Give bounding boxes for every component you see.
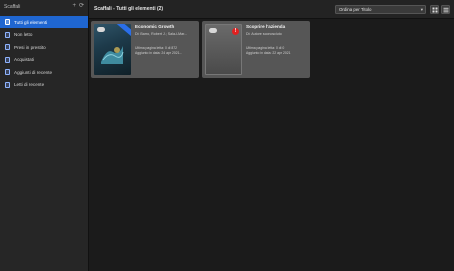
sidebar-item-unread[interactable]: Non letto [0, 29, 88, 41]
sidebar-nav: Tutti gli elementi Non letto Presi in pr… [0, 16, 88, 91]
book-icon [5, 56, 10, 63]
list-view-icon [443, 7, 448, 12]
sidebar-item-label: Aggiunti di recente [14, 69, 53, 75]
sidebar-header: Scaffali + ⟳ [0, 0, 88, 16]
cloud-icon [209, 28, 217, 33]
sidebar-item-all[interactable]: Tutti gli elementi [0, 16, 88, 28]
book-icon [5, 44, 10, 50]
book-cover: ! [205, 24, 242, 75]
app-window: Scaffali + ⟳ Tutti gli elementi Non lett… [0, 0, 454, 271]
book-info: Economic Growth Di: Barro, Robert J.; Sa… [135, 24, 197, 55]
sync-icon[interactable]: ⟳ [79, 3, 84, 10]
book-icon [5, 81, 10, 88]
book-author: Di: Barro, Robert J.; Sala-i-Mar... [135, 32, 188, 36]
book-added-date: Aggiunto in data: 22 apr 2021 [246, 51, 291, 55]
book-icon [5, 69, 10, 75]
list-view-button[interactable] [441, 5, 450, 14]
page-title: Scaffali - Tutti gli elementi (2) [94, 6, 164, 12]
chevron-down-icon: ▾ [420, 7, 423, 12]
book-icon [5, 19, 10, 25]
book-author: Di: Autore sconosciuto [246, 32, 282, 36]
book-icon [5, 31, 10, 38]
sidebar-item-label: Letti di recente [14, 82, 45, 87]
sidebar-item-recently-read[interactable]: Letti di recente [0, 79, 88, 91]
toolbar: Scaffali - Tutti gli elementi (2) Ordina… [89, 0, 454, 19]
main-content: Scaffali - Tutti gli elementi (2) Ordina… [89, 0, 454, 271]
sidebar-item-recently-added[interactable]: Aggiunti di recente [0, 66, 88, 78]
book-added-date: Aggiunto in data: 24 apr 2021... [135, 51, 183, 55]
status-ribbon [115, 24, 131, 38]
alert-icon: ! [232, 28, 239, 35]
book-card[interactable]: Economic Growth Di: Barro, Robert J.; Sa… [91, 21, 199, 78]
sort-select-value: Ordina per Titolo [339, 7, 372, 12]
sidebar-item-borrowed[interactable]: Presi in prestito [0, 41, 88, 53]
sidebar-item-purchased[interactable]: Acquistati [0, 54, 88, 66]
cover-illustration [101, 46, 124, 64]
sort-select[interactable]: Ordina per Titolo ▾ [335, 5, 426, 14]
sidebar-item-label: Tutti gli elementi [14, 19, 48, 25]
book-info: Scoprire l'azienda Di: Autore sconosciut… [246, 24, 308, 55]
grid-view-button[interactable] [430, 5, 439, 14]
book-card[interactable]: ! Scoprire l'azienda Di: Autore sconosci… [202, 21, 310, 78]
plus-icon[interactable]: + [72, 3, 76, 10]
cloud-icon [97, 27, 105, 32]
sidebar-item-label: Non letto [14, 32, 33, 37]
sidebar: Scaffali + ⟳ Tutti gli elementi Non lett… [0, 0, 89, 271]
grid-view-icon [432, 7, 437, 12]
sidebar-title: Scaffali [4, 4, 21, 10]
sidebar-actions: + ⟳ [72, 3, 84, 10]
sidebar-item-label: Acquistati [14, 57, 34, 62]
book-title: Economic Growth [135, 24, 175, 29]
book-cover [94, 24, 131, 75]
sidebar-item-label: Presi in prestito [14, 44, 46, 50]
book-title: Scoprire l'azienda [246, 24, 286, 29]
